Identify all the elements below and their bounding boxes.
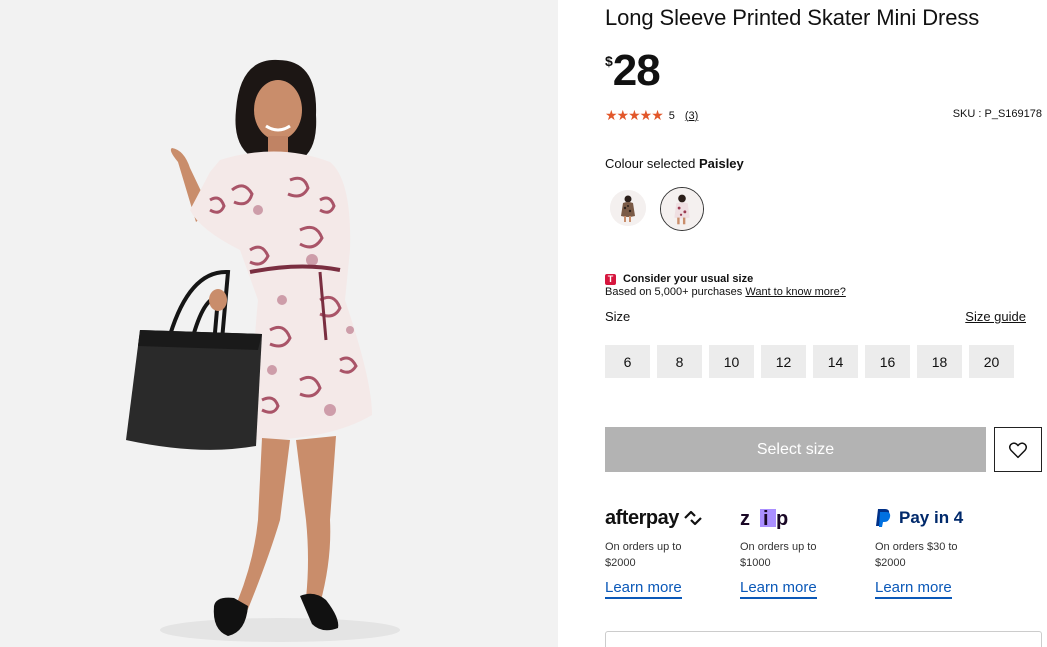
rating-stars-icon: ★★★★★	[605, 107, 664, 123]
payment-afterpay: afterpay On orders up to $2000 Learn mor…	[605, 503, 735, 599]
size-option-16[interactable]: 16	[865, 345, 910, 378]
paypal-desc-line1: On orders $30 to	[875, 541, 958, 553]
fit-advice-link[interactable]: Want to know more?	[745, 286, 845, 298]
size-option-8[interactable]: 8	[657, 345, 702, 378]
fit-advice-body: Based on 5,000+ purchases	[605, 286, 743, 298]
fit-advice-heading: T Consider your usual size	[605, 273, 846, 286]
afterpay-logo-text: afterpay	[605, 506, 679, 529]
colour-swatch-leopard[interactable]	[610, 190, 646, 226]
size-label: Size	[605, 309, 631, 324]
size-option-14[interactable]: 14	[813, 345, 858, 378]
colour-selected: Colour selected Paisley	[605, 156, 744, 171]
colour-value: Paisley	[698, 156, 744, 171]
colour-swatches	[610, 187, 704, 231]
svg-text:z: z	[740, 508, 750, 529]
zip-logo-icon: z i p	[740, 508, 788, 529]
size-option-18[interactable]: 18	[917, 345, 962, 378]
heart-icon	[1008, 441, 1028, 458]
paypal-logo: Pay in 4	[875, 503, 1005, 533]
svg-text:i: i	[763, 508, 769, 529]
colour-label: Colour selected	[605, 156, 696, 171]
product-price: $ 28	[605, 46, 661, 95]
size-option-6[interactable]: 6	[605, 345, 650, 378]
afterpay-desc-line1: On orders up to	[605, 541, 682, 553]
size-option-20[interactable]: 20	[969, 345, 1014, 378]
paypal-logo-text: Pay in 4	[899, 508, 964, 527]
price-amount: 28	[612, 46, 661, 95]
product-sku: SKU : P_S169178	[952, 108, 1042, 120]
fit-advice: T Consider your usual size Based on 5,00…	[605, 273, 846, 299]
paypal-desc-line2: $2000	[875, 557, 906, 569]
zip-desc: On orders up to $1000	[740, 539, 870, 571]
wishlist-button[interactable]	[994, 427, 1042, 472]
svg-text:p: p	[776, 508, 788, 529]
size-guide-link[interactable]: Size guide	[965, 309, 1026, 324]
afterpay-logo: afterpay	[605, 503, 735, 533]
paypal-icon	[876, 509, 891, 527]
afterpay-desc-line2: $2000	[605, 557, 636, 569]
review-count-link[interactable]: (3)	[685, 110, 698, 122]
colour-swatch-paisley[interactable]	[660, 187, 704, 231]
zip-desc-line1: On orders up to	[740, 541, 817, 553]
payment-paypal: Pay in 4 On orders $30 to $2000 Learn mo…	[875, 503, 1005, 599]
zip-desc-line2: $1000	[740, 557, 771, 569]
zip-logo: z i p	[740, 503, 870, 533]
paypal-desc: On orders $30 to $2000	[875, 539, 1005, 571]
paypal-learn-more-link[interactable]: Learn more	[875, 579, 952, 599]
delivery-info-box	[605, 631, 1042, 647]
product-image[interactable]	[0, 0, 558, 647]
afterpay-learn-more-link[interactable]: Learn more	[605, 579, 682, 599]
afterpay-arrows-icon	[684, 510, 702, 526]
fit-advice-text: Based on 5,000+ purchases Want to know m…	[605, 286, 846, 299]
afterpay-desc: On orders up to $2000	[605, 539, 735, 571]
size-option-12[interactable]: 12	[761, 345, 806, 378]
fit-badge-icon: T	[605, 274, 616, 285]
product-title: Long Sleeve Printed Skater Mini Dress	[605, 5, 980, 30]
size-options: 6 8 10 12 14 16 18 20	[605, 345, 1014, 378]
payment-zip: z i p On orders up to $1000 Learn more	[740, 503, 870, 599]
product-rating[interactable]: ★★★★★ 5 (3)	[605, 107, 698, 124]
zip-learn-more-link[interactable]: Learn more	[740, 579, 817, 599]
select-size-button[interactable]: Select size	[605, 427, 986, 472]
fit-advice-heading-text: Consider your usual size	[623, 273, 754, 285]
product-info: Long Sleeve Printed Skater Mini Dress $ …	[605, 0, 1042, 647]
rating-value: 5	[668, 109, 675, 122]
price-currency: $	[605, 53, 613, 69]
size-option-10[interactable]: 10	[709, 345, 754, 378]
